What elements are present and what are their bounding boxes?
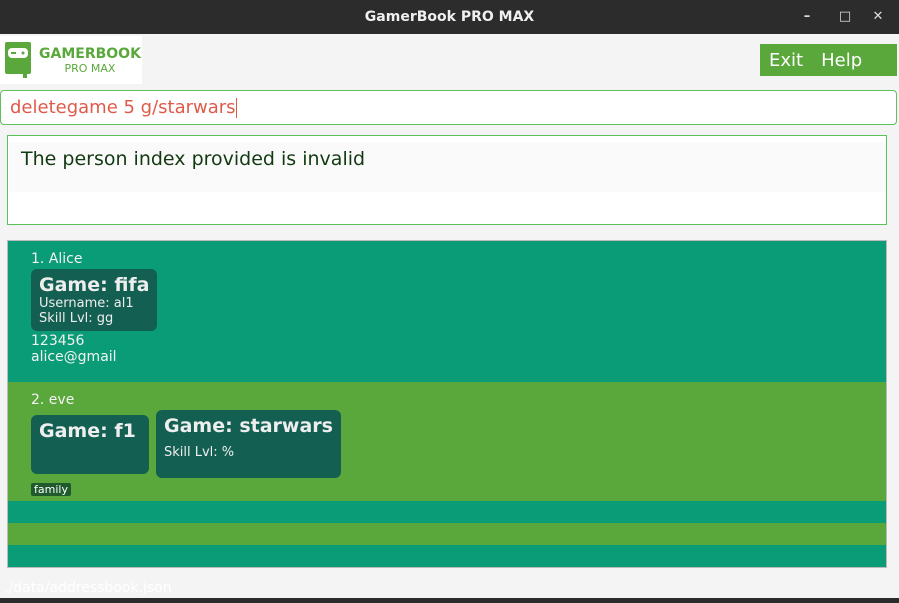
- person-card[interactable]: 1. Alice Game: fifa Username: al1 Skill …: [8, 241, 886, 382]
- status-bar-path: ./data/addressbook.json: [4, 580, 172, 596]
- person-card[interactable]: 2. eve Game: f1 Game: starwars Skill Lvl:…: [8, 382, 886, 501]
- command-input[interactable]: deletegame 5 g/starwars: [0, 90, 897, 125]
- minimize-button[interactable]: –: [792, 0, 822, 34]
- main-window: GAMERBOOK PRO MAX Exit Help deletegame 5 …: [0, 34, 899, 598]
- game-card: Game: starwars Skill Lvl: %: [156, 410, 341, 478]
- result-display: The person index provided is invalid: [7, 135, 887, 225]
- game-username: Username: al1: [39, 296, 134, 311]
- game-card: Game: f1: [31, 415, 149, 474]
- person-phone: 123456: [31, 333, 85, 349]
- logo-line1: GAMERBOOK: [39, 45, 141, 62]
- command-text: deletegame 5 g/starwars: [10, 97, 236, 118]
- game-title: Game: fifa: [39, 274, 150, 296]
- close-button[interactable]: ✕: [863, 0, 893, 34]
- empty-row: [8, 501, 886, 523]
- maximize-button[interactable]: □: [830, 0, 860, 34]
- gamerbook-logo-icon: [5, 42, 31, 78]
- text-cursor: [235, 98, 237, 118]
- game-title: Game: f1: [39, 420, 136, 442]
- game-title: Game: starwars: [164, 415, 333, 437]
- person-name: 2. eve: [31, 392, 75, 408]
- help-menu[interactable]: Help: [821, 50, 862, 71]
- person-email: alice@gmail: [31, 349, 117, 365]
- empty-row: [8, 545, 886, 567]
- title-bar: GamerBook PRO MAX – □ ✕: [0, 0, 899, 34]
- exit-menu[interactable]: Exit: [769, 50, 803, 71]
- person-list[interactable]: 1. Alice Game: fifa Username: al1 Skill …: [7, 240, 887, 568]
- empty-row: [8, 523, 886, 545]
- menu-bar: Exit Help: [760, 44, 897, 76]
- game-skill: Skill Lvl: %: [164, 445, 235, 460]
- person-name: 1. Alice: [31, 251, 83, 267]
- game-card: Game: fifa Username: al1 Skill Lvl: gg: [31, 269, 158, 331]
- logo-line2: PRO MAX: [64, 61, 116, 75]
- logo: GAMERBOOK PRO MAX: [0, 36, 142, 84]
- result-message: The person index provided is invalid: [9, 142, 886, 192]
- window-title: GamerBook PRO MAX: [364, 9, 535, 25]
- tag-badge: family: [31, 483, 71, 496]
- game-skill: Skill Lvl: gg: [39, 311, 114, 326]
